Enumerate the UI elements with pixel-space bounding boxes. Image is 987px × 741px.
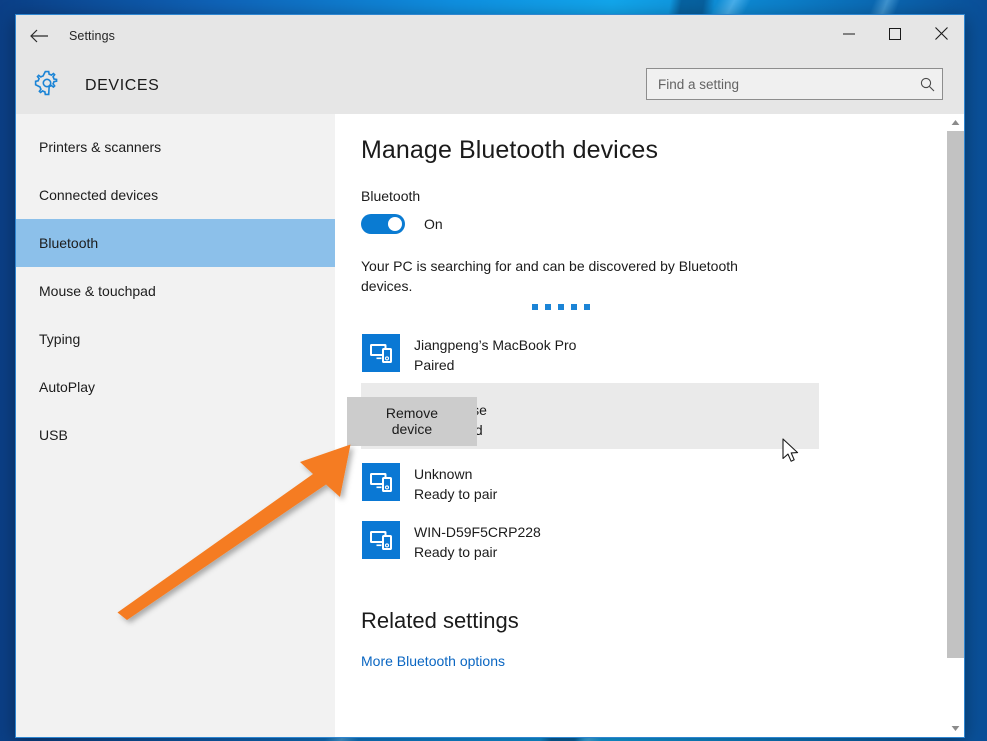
page-section-title: DEVICES <box>85 76 160 94</box>
device-row-unknown[interactable]: Unknown Ready to pair <box>361 455 819 513</box>
app-header: DEVICES <box>16 57 964 114</box>
device-status: Ready to pair <box>414 544 498 561</box>
toggle-knob <box>388 217 402 231</box>
back-arrow-icon <box>29 28 49 44</box>
app-title: Settings <box>69 29 115 43</box>
scrollbar-track[interactable] <box>947 131 964 720</box>
close-icon <box>934 27 948 45</box>
settings-home-button[interactable] <box>23 70 71 101</box>
sidebar-item-printers-scanners[interactable]: Printers & scanners <box>16 123 335 171</box>
window-controls <box>826 15 964 57</box>
device-info: WIN-D59F5CRP228 Ready to pair <box>414 521 541 563</box>
sidebar-item-bluetooth[interactable]: Bluetooth <box>16 219 335 267</box>
sidebar-item-label: USB <box>39 427 68 443</box>
search-box[interactable] <box>646 68 943 100</box>
sidebar-item-mouse-touchpad[interactable]: Mouse & touchpad <box>16 267 335 315</box>
progress-dot <box>571 303 577 310</box>
more-bluetooth-options-link[interactable]: More Bluetooth options <box>361 653 505 669</box>
sidebar-item-label: Bluetooth <box>39 235 99 251</box>
sidebar-item-label: AutoPlay <box>39 379 96 395</box>
device-name: Jiangpeng’s MacBook Pro <box>414 336 577 353</box>
device-name: Unknown <box>414 466 473 483</box>
scrollbar-thumb[interactable] <box>947 131 964 658</box>
sidebar-item-autoplay[interactable]: AutoPlay <box>16 363 335 411</box>
scroll-down-arrow-icon[interactable] <box>947 720 964 737</box>
vertical-scrollbar[interactable] <box>947 114 964 737</box>
bluetooth-toggle-state: On <box>424 216 443 232</box>
discovery-status-text: Your PC is searching for and can be disc… <box>361 258 738 295</box>
progress-dot <box>532 303 538 310</box>
progress-dot <box>545 303 551 310</box>
device-status: Ready to pair <box>414 486 498 503</box>
device-info: Unknown Ready to pair <box>414 463 497 505</box>
search-icon[interactable] <box>912 77 942 92</box>
back-button[interactable] <box>16 15 62 57</box>
settings-window: Settings DEVICES Find a setting Printers… <box>15 14 965 738</box>
monitor-phone-icon <box>362 333 400 372</box>
searching-progress-dots <box>361 303 761 310</box>
sidebar-navigation: Printers & scanners Connected devices Bl… <box>16 114 335 737</box>
maximize-button[interactable] <box>872 15 918 57</box>
monitor-phone-icon <box>362 463 400 502</box>
maximize-icon <box>889 27 901 45</box>
sidebar-item-label: Connected devices <box>39 187 159 203</box>
sidebar-item-connected-devices[interactable]: Connected devices <box>16 171 335 219</box>
related-settings-title: Related settings <box>361 608 519 634</box>
progress-dot <box>558 303 564 310</box>
sidebar-item-typing[interactable]: Typing <box>16 315 335 363</box>
search-input[interactable] <box>647 76 912 92</box>
device-row-win-d59f5crp228[interactable]: WIN-D59F5CRP228 Ready to pair <box>361 513 819 571</box>
device-status: Paired <box>414 356 455 373</box>
close-button[interactable] <box>918 15 964 57</box>
content-area: Manage Bluetooth devices Bluetooth On Yo… <box>335 114 964 737</box>
sidebar-item-usb[interactable]: USB <box>16 411 335 459</box>
bluetooth-device-list: Jiangpeng’s MacBook Pro Paired Remove de… <box>346 326 819 571</box>
scroll-up-arrow-icon[interactable] <box>947 114 964 131</box>
minimize-icon <box>843 27 855 45</box>
gear-icon <box>34 70 60 101</box>
device-info: Jiangpeng’s MacBook Pro Paired <box>414 334 576 376</box>
page-title: Manage Bluetooth devices <box>361 136 659 164</box>
remove-device-button[interactable]: Remove device <box>346 397 477 447</box>
progress-dot <box>584 303 590 310</box>
title-bar: Settings <box>16 15 964 57</box>
device-row-macbook-pro[interactable]: Jiangpeng’s MacBook Pro Paired <box>361 326 819 384</box>
sidebar-item-label: Printers & scanners <box>39 139 162 155</box>
sidebar-item-label: Mouse & touchpad <box>39 283 156 299</box>
window-body: Printers & scanners Connected devices Bl… <box>16 114 964 737</box>
bluetooth-settings-panel: Manage Bluetooth devices Bluetooth On Yo… <box>335 114 947 737</box>
sidebar-item-label: Typing <box>39 331 81 347</box>
minimize-button[interactable] <box>826 15 872 57</box>
bluetooth-label: Bluetooth <box>361 188 421 204</box>
device-name: WIN-D59F5CRP228 <box>414 523 541 540</box>
bluetooth-toggle[interactable] <box>361 214 405 234</box>
device-row-jps-mouse[interactable]: JP's Mouse Connected Remove device <box>346 383 819 450</box>
monitor-phone-icon <box>362 520 400 559</box>
bluetooth-toggle-row: On <box>361 214 947 234</box>
